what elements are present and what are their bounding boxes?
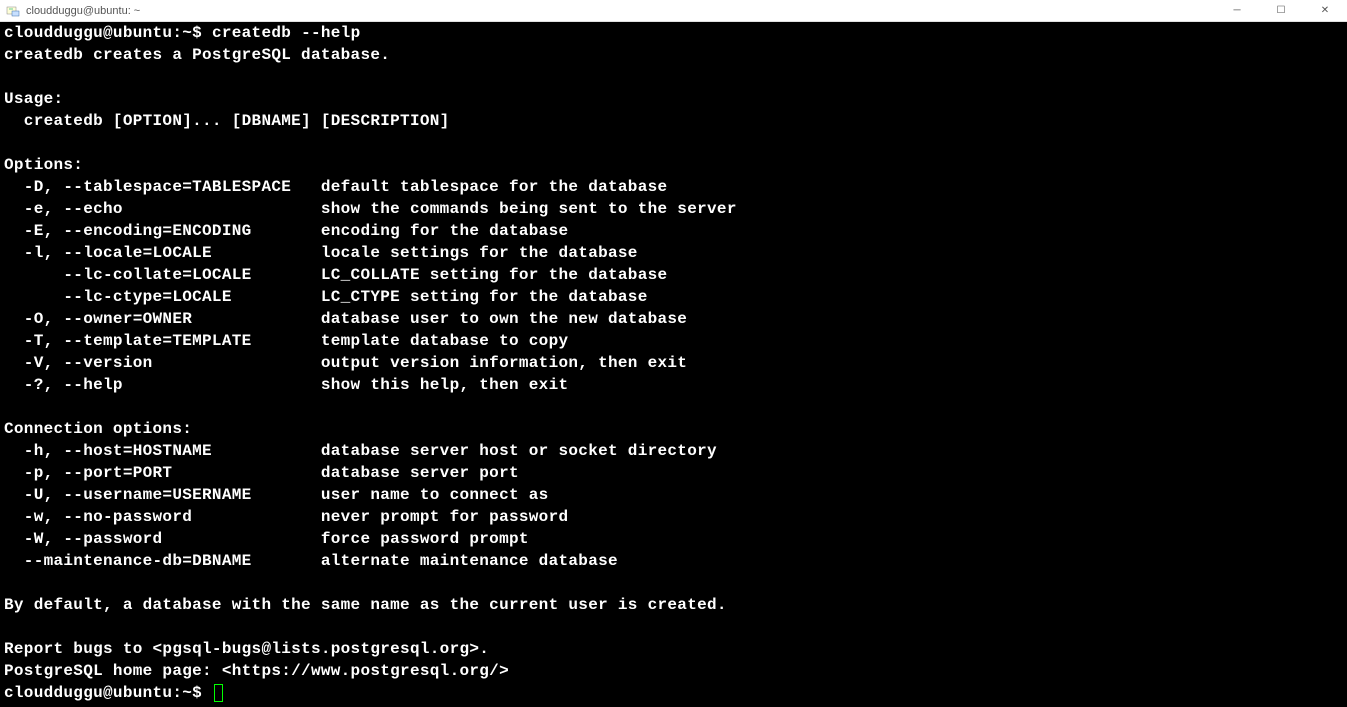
footer-bugs: Report bugs to <pgsql-bugs@lists.postgre… (4, 640, 489, 658)
usage-line: createdb [OPTION]... [DBNAME] [DESCRIPTI… (4, 112, 450, 130)
window-title: cloudduggu@ubuntu: ~ (26, 5, 140, 17)
usage-header: Usage: (4, 90, 63, 108)
prompt-user-host: cloudduggu@ubuntu (4, 24, 172, 42)
output-summary: createdb creates a PostgreSQL database. (4, 46, 390, 64)
conn-header: Connection options: (4, 420, 192, 438)
titlebar-left: cloudduggu@ubuntu: ~ (6, 4, 140, 18)
connection-options-list: -h, --host=HOSTNAME database server host… (4, 442, 717, 570)
putty-icon (6, 4, 20, 18)
terminal-area[interactable]: cloudduggu@ubuntu:~$ createdb --help cre… (0, 22, 1347, 707)
terminal-cursor (214, 684, 223, 702)
footer-homepage: PostgreSQL home page: <https://www.postg… (4, 662, 509, 680)
minimize-button[interactable]: ─ (1215, 0, 1259, 22)
prompt-line-2: cloudduggu@ubuntu:~$ (4, 684, 223, 702)
maximize-button[interactable]: ☐ (1259, 0, 1303, 22)
close-button[interactable]: ✕ (1303, 0, 1347, 22)
prompt-line-1: cloudduggu@ubuntu:~$ createdb --help (4, 24, 360, 42)
options-header: Options: (4, 156, 83, 174)
window-controls: ─ ☐ ✕ (1215, 0, 1347, 22)
footer-default: By default, a database with the same nam… (4, 596, 727, 614)
window-titlebar: cloudduggu@ubuntu: ~ ─ ☐ ✕ (0, 0, 1347, 22)
prompt-path: ~ (182, 24, 192, 42)
command-text: createdb --help (212, 24, 361, 42)
options-list: -D, --tablespace=TABLESPACE default tabl… (4, 178, 737, 394)
